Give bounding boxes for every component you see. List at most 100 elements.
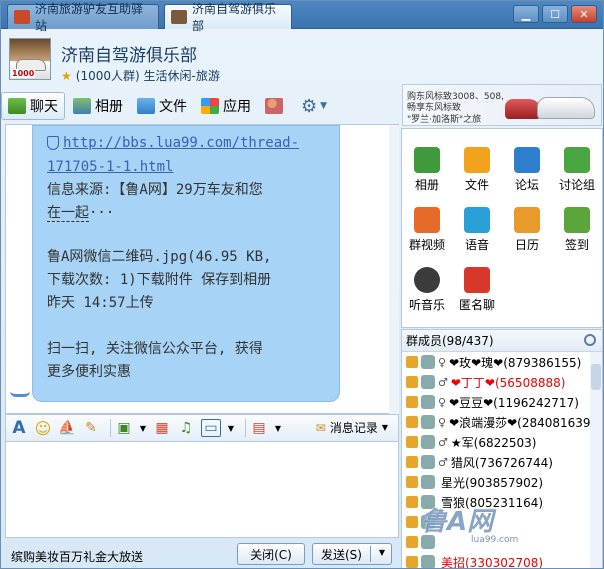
app-files[interactable]: 文件 <box>452 147 502 193</box>
send-button[interactable]: 发送(S) ▼ <box>312 543 392 565</box>
link-line-1: http://bbs.lua99.com/thread- <box>47 132 299 154</box>
group-info: ★ (1000人群) 生活休闲-旅游 <box>61 67 220 84</box>
close-chat-button[interactable]: 关闭(C) <box>237 543 305 565</box>
divider <box>110 419 111 437</box>
avatar <box>421 395 435 409</box>
file-line-1: 鲁A网微信二维码.jpg(46.95 KB, <box>47 249 272 265</box>
ad-text-link[interactable]: 缤购美妆百万礼金大放送 <box>11 548 143 565</box>
tab-files[interactable]: 文件 <box>131 92 193 120</box>
app-album[interactable]: 相册 <box>402 147 452 193</box>
app-label: 签到 <box>564 238 589 252</box>
app-voice[interactable]: 语音 <box>452 207 502 253</box>
avatar-tag: 1000 <box>11 69 36 78</box>
app-label: 日历 <box>514 238 539 252</box>
emoji-icon[interactable]: ☺ <box>34 419 52 438</box>
chat-scrollbar[interactable] <box>389 125 399 415</box>
white-car-image <box>537 97 595 119</box>
member-item[interactable]: ♂ ★军(6822503) <box>402 432 602 452</box>
chevron-down-icon: ▼ <box>320 101 328 111</box>
screenshot-icon[interactable]: ▭ <box>201 419 221 437</box>
tab-chat[interactable]: 聊天 <box>1 92 65 120</box>
album-icon <box>414 147 440 173</box>
app-group-video[interactable]: 群视频 <box>402 207 452 253</box>
chevron-down-icon[interactable]: ▼ <box>139 419 147 437</box>
tab-album[interactable]: 相册 <box>67 92 129 120</box>
watermark-url: lua99.com <box>471 535 519 545</box>
message-bubble: http://bbs.lua99.com/thread- 171705-1-1.… <box>32 125 340 402</box>
discussion-plus-icon <box>564 147 590 173</box>
tab-strip: 济南旅游驴友互助驿站 济南自驾游俱乐部 ▁ ☐ ✕ <box>1 1 603 33</box>
app-anonymous-chat[interactable]: 匿名聊 <box>452 267 502 313</box>
main-toolbar: 聊天 相册 文件 应用 ⚙ ▼ <box>1 90 399 122</box>
member-item[interactable]: ♀ ❤玫❤瑰❤(879386155) <box>402 352 602 372</box>
tab-apps[interactable]: 应用 <box>195 92 257 120</box>
input-toolbar: A ☺ ⛵ ✎ ▣ ▼ ▦ ♫ ▭ ▼ ▤ ▼ ✉ 消息记录 ▼ <box>5 414 399 442</box>
message-input[interactable] <box>5 442 399 538</box>
gender-icon: ♀ <box>438 355 447 369</box>
font-icon[interactable]: A <box>10 418 28 438</box>
ad-banner[interactable]: 购东风标致3008、508, 畅享东风标致 "罗兰·加洛斯"之旅 <box>402 84 602 126</box>
close-button[interactable]: ✕ <box>571 5 597 23</box>
gender-icon: ♀ <box>438 395 447 409</box>
app-label: 论坛 <box>514 178 539 192</box>
scrollbar-thumb[interactable] <box>591 364 601 390</box>
gender-icon: ♂ <box>438 455 448 469</box>
sailboat-icon[interactable]: ⛵ <box>58 419 76 437</box>
member-item[interactable]: 星光(903857902) <box>402 472 602 492</box>
thread-link-continued[interactable]: 171705-1-1.html <box>47 159 173 175</box>
member-item[interactable]: 美招(330302708) <box>402 552 602 568</box>
app-calendar[interactable]: 日历 <box>502 207 552 253</box>
member-scrollbar[interactable] <box>590 352 602 568</box>
anonymous-mask-icon <box>464 267 490 293</box>
member-name: ❤玫❤瑰❤(879386155) <box>449 355 582 370</box>
avatar <box>421 355 435 369</box>
member-item[interactable]: ♀ ❤豆豆❤(1196242717) <box>402 392 602 412</box>
apps-grid: 相册 文件 论坛 讨论组 群视频 语音 日历 签到 听音乐 匿名聊 <box>402 147 602 313</box>
forum-icon <box>514 147 540 173</box>
member-name: 星光(903857902) <box>441 475 544 490</box>
group-avatar[interactable]: 1000 <box>9 38 51 80</box>
member-item[interactable]: ♂ 猎风(736726744) <box>402 452 602 472</box>
member-item[interactable]: ♂ ❤丁丁❤(56508888) <box>402 372 602 392</box>
chat-message-area[interactable]: http://bbs.lua99.com/thread- 171705-1-1.… <box>5 124 399 415</box>
group-avatar-icon <box>171 10 187 24</box>
app-label: 语音 <box>464 238 489 252</box>
member-level-icon <box>406 496 418 508</box>
app-music[interactable]: 听音乐 <box>402 267 452 313</box>
gender-icon: ♀ <box>438 415 447 429</box>
minimize-button[interactable]: ▁ <box>513 5 539 23</box>
member-level-icon <box>406 536 418 548</box>
chevron-down-icon[interactable]: ▼ <box>379 548 385 557</box>
music-icon[interactable]: ♫ <box>177 419 195 437</box>
gift-icon[interactable]: ▦ <box>153 419 171 437</box>
gear-icon: ⚙ <box>301 95 318 117</box>
link-line-2: 171705-1-1.html <box>47 156 173 178</box>
doodle-icon[interactable]: ✎ <box>82 419 100 437</box>
tab-zijiayou-group[interactable]: 济南自驾游俱乐部 <box>164 2 292 33</box>
maximize-button[interactable]: ☐ <box>542 5 568 23</box>
thread-link[interactable]: http://bbs.lua99.com/thread- <box>63 135 299 151</box>
member-name: 猎风(736726744) <box>450 455 553 470</box>
app-checkin[interactable]: 签到 <box>552 207 602 253</box>
chevron-down-icon[interactable]: ▼ <box>227 419 235 437</box>
member-name: ❤丁丁❤(56508888) <box>450 375 566 390</box>
search-icon[interactable] <box>584 334 596 346</box>
avatar <box>421 455 435 469</box>
app-forum[interactable]: 论坛 <box>502 147 552 193</box>
gender-icon: ♂ <box>438 435 448 449</box>
member-level-icon <box>406 356 418 368</box>
member-level-icon <box>406 556 418 568</box>
send-label: 发送(S) <box>321 547 362 562</box>
tab-lvyou-group[interactable]: 济南旅游驴友互助驿站 <box>7 2 159 33</box>
add-member-button[interactable] <box>259 92 293 120</box>
avatar <box>421 435 435 449</box>
app-discussion[interactable]: 讨论组 <box>552 147 602 193</box>
settings-button[interactable]: ⚙ ▼ <box>295 92 333 120</box>
member-item[interactable]: ♀ ❤浪端漫莎❤(284081639) <box>402 412 602 432</box>
add-person-icon <box>265 98 283 114</box>
message-record-button[interactable]: ✉ 消息记录 ▼ <box>316 419 388 436</box>
image-icon[interactable]: ▣ <box>115 419 133 437</box>
tab-chat-label: 聊天 <box>30 99 58 115</box>
chevron-down-icon[interactable]: ▼ <box>274 419 282 437</box>
shake-icon[interactable]: ▤ <box>250 419 268 437</box>
